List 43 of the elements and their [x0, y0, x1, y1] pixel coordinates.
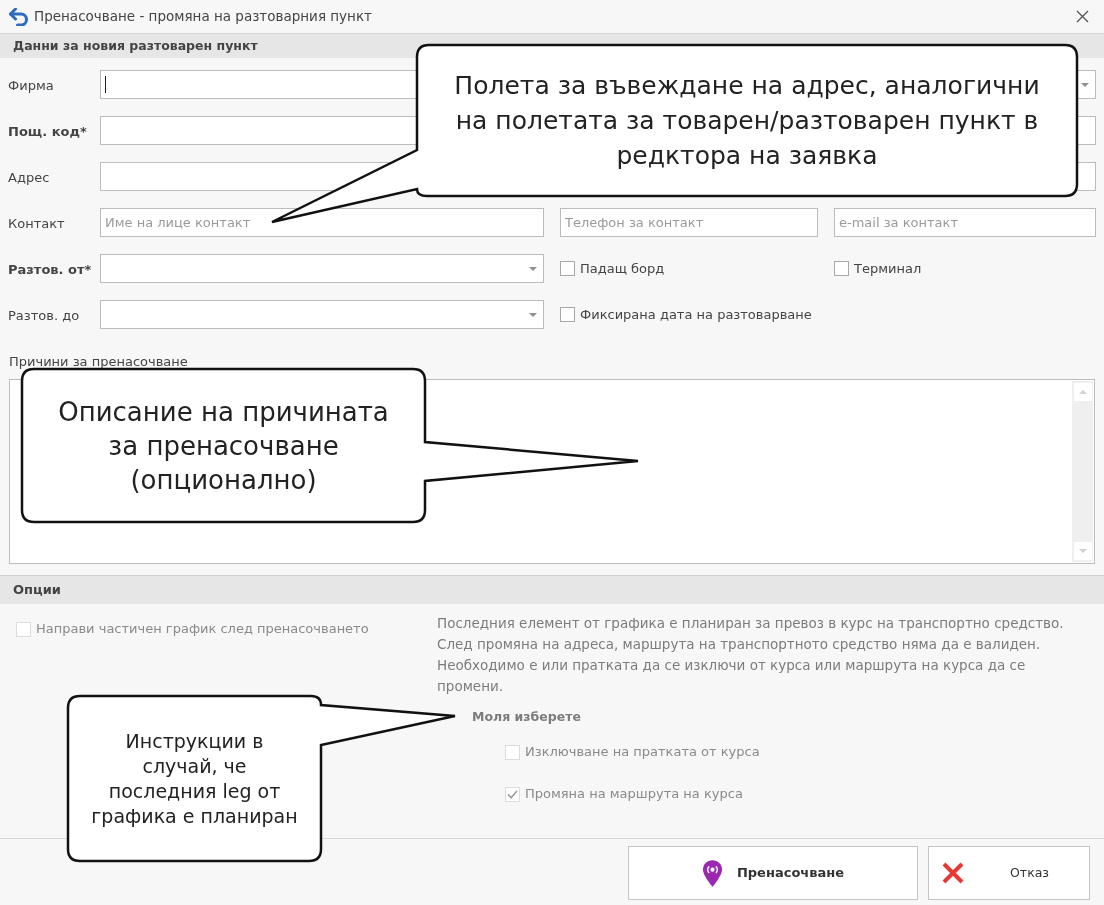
text-cursor-icon [105, 76, 106, 93]
checkbox-label: Направи частичен график след пренасочването [36, 620, 369, 638]
dropdown-field[interactable] [100, 300, 544, 329]
undo-arrow-icon [9, 7, 28, 26]
checkmark-icon [507, 789, 518, 799]
checkbox[interactable] [560, 261, 575, 276]
input-field[interactable]: Телефон за контакт [560, 208, 818, 237]
checkbox-label: Терминал [854, 259, 922, 278]
section-title: Данни за новия разтоварен пункт [13, 36, 258, 55]
cancel-button[interactable]: Отказ [928, 846, 1090, 900]
field-label: Фирма [8, 77, 54, 93]
field-label: Пощ. код* [8, 123, 87, 139]
section-title: Опции [13, 581, 61, 600]
dropdown-caret-icon [529, 312, 537, 317]
close-x-icon [941, 861, 965, 885]
callout-tooltip: Инструкции в случай, че последния leg от графика е планиран [68, 696, 455, 861]
window-title: Пренасочване - промяна на разтоварния пункт [34, 7, 372, 27]
map-pin-icon [701, 858, 723, 888]
dropdown-caret-icon [529, 266, 537, 271]
checkbox-label: Промяна на маршрута на курса [525, 785, 743, 803]
checkbox[interactable] [834, 261, 849, 276]
field-label: Разтов. до [8, 307, 80, 323]
input-field[interactable]: Име на лице контакт [100, 208, 544, 237]
close-button[interactable] [1075, 9, 1089, 24]
checkbox-label: Изключване на пратката от курса [525, 743, 760, 761]
input-field[interactable]: e-mail за контакт [834, 208, 1096, 237]
field-label: Причини за пренасочване [9, 354, 188, 369]
notice-text: Последния елемент от графика е планиран за превоз в курс на транспортно средство. След промяна на адреса, маршрута на транспортното средство няма да е валиден. Необходимо е или пратката да се изключи от курса или маршрута на курса да се промени. [437, 614, 1065, 696]
callout-tooltip: Описание на причината за пренасочване (опционално) [22, 369, 638, 522]
field-label: Контакт [8, 215, 65, 231]
scrollbar[interactable] [1072, 381, 1093, 562]
prompt-label: Моля изберете [472, 709, 581, 724]
dropdown-field[interactable] [100, 254, 544, 283]
field-label: Адрес [8, 169, 50, 185]
checkbox-label: Фиксирана дата на разтоварване [580, 305, 812, 324]
field-label: Разтов. от* [8, 261, 92, 277]
checkbox[interactable] [560, 307, 575, 322]
redirect-button[interactable]: Пренасочване [628, 846, 918, 900]
close-icon [1075, 10, 1089, 23]
scroll-down-icon[interactable] [1073, 542, 1092, 560]
checkbox-label: Падащ борд [580, 259, 665, 278]
scroll-up-icon[interactable] [1073, 383, 1092, 401]
dropdown-caret-icon [1081, 82, 1089, 87]
